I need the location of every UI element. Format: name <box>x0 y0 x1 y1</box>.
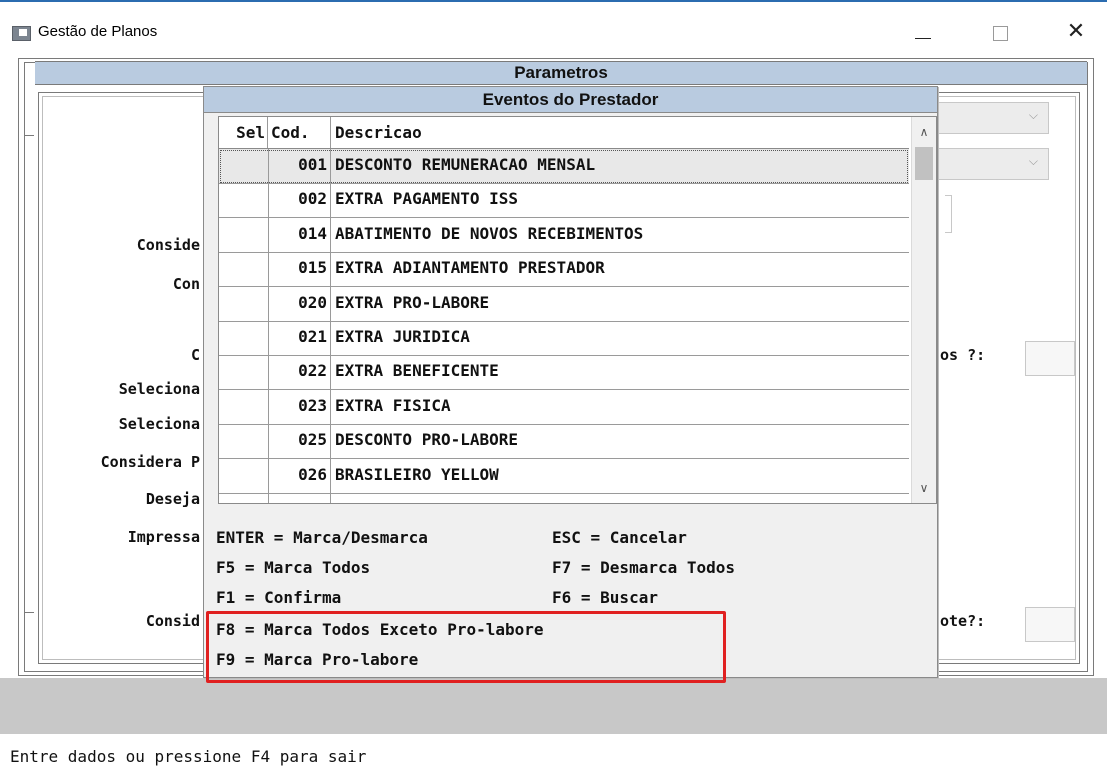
form-label: Conside <box>136 236 200 254</box>
table-row[interactable]: 002 EXTRA PAGAMENTO ISS <box>219 183 909 219</box>
footer-panel <box>0 678 1107 734</box>
minimize-button[interactable] <box>900 18 946 46</box>
help-enter: ENTER = Marca/Desmarca <box>216 528 428 547</box>
title-bar: Gestão de Planos ✕ <box>0 2 1107 44</box>
chevron-down-icon: ⌵ <box>1028 154 1038 168</box>
row-sel-cell[interactable] <box>219 149 269 183</box>
form-label: Seleciona <box>118 415 200 433</box>
table-row[interactable]: 020 EXTRA PRO-LABORE <box>219 286 909 322</box>
row-desc-cell: ABATIMENTO DE NOVOS RECEBIMENTOS <box>335 223 644 243</box>
row-desc-cell: DESCONTO REMUNERACAO MENSAL <box>335 155 596 174</box>
close-button[interactable]: ✕ <box>1053 18 1099 46</box>
row-sel-cell[interactable] <box>219 252 269 287</box>
table-row[interactable]: 001 DESCONTO REMUNERACAO MENSAL <box>219 149 909 184</box>
table-row[interactable]: 026 BRASILEIRO YELLOW <box>219 458 909 494</box>
help-f7: F7 = Desmarca Todos <box>552 558 736 577</box>
row-cod-cell: 026 <box>269 458 331 493</box>
row-sel-cell[interactable] <box>219 355 269 390</box>
row-sel-cell[interactable] <box>219 424 269 459</box>
table-row[interactable]: 021 EXTRA JURIDICA <box>219 321 909 356</box>
form-combo[interactable]: ⌵ <box>937 148 1049 180</box>
row-sel-cell[interactable] <box>219 321 269 355</box>
row-desc-cell: EXTRA ADIANTAMENTO PRESTADOR <box>335 258 605 278</box>
window-title: Gestão de Planos <box>38 23 158 40</box>
row-desc-cell: EXTRA FISICA <box>335 395 451 415</box>
row-cod-cell: 021 <box>269 321 331 355</box>
highlight-box <box>206 611 726 683</box>
events-grid[interactable]: Sel Cod. Descricao 001 DESCONTO REMUNERAC… <box>218 116 937 504</box>
table-row[interactable]: 015 EXTRA ADIANTAMENTO PRESTADOR <box>219 252 909 288</box>
row-sel-cell <box>219 493 269 503</box>
row-sel-cell[interactable] <box>219 389 269 424</box>
form-button-edge <box>945 195 952 233</box>
vertical-scrollbar[interactable]: ∧ ∨ <box>911 117 936 503</box>
form-combo[interactable]: ⌵ <box>937 102 1049 134</box>
eventos-dialog: Eventos do Prestador Sel Cod. Descricao … <box>203 86 938 678</box>
close-icon: ✕ <box>1066 19 1086 44</box>
row-sel-cell[interactable] <box>219 217 269 252</box>
row-desc-cell: EXTRA PRO-LABORE <box>335 292 490 312</box>
row-cod-cell: 025 <box>269 424 331 459</box>
row-sel-cell[interactable] <box>219 286 269 321</box>
table-row-empty <box>219 493 909 503</box>
form-label: Con <box>172 275 200 293</box>
form-label: Deseja <box>145 490 200 508</box>
help-f1: F1 = Confirma <box>216 588 342 607</box>
scroll-thumb[interactable] <box>915 147 933 180</box>
row-cod-cell: 022 <box>269 355 331 390</box>
row-cod-cell: 002 <box>269 183 331 218</box>
row-cod-cell: 023 <box>269 389 331 424</box>
form-label: Consid <box>145 612 200 630</box>
table-row[interactable]: 022 EXTRA BENEFICENTE <box>219 355 909 391</box>
scroll-down-icon[interactable]: ∨ <box>912 476 936 500</box>
row-desc-cell: EXTRA PAGAMENTO ISS <box>335 189 519 209</box>
help-esc: ESC = Cancelar <box>552 528 687 547</box>
status-bar-text: Entre dados ou pressione F4 para sair <box>10 747 367 766</box>
row-sel-cell[interactable] <box>219 458 269 493</box>
help-f6: F6 = Buscar <box>552 588 658 607</box>
form-label: Seleciona <box>118 380 200 398</box>
column-header-cod[interactable]: Cod. <box>269 117 331 148</box>
row-cod-cell: 001 <box>269 149 331 183</box>
app-window-icon <box>12 26 31 41</box>
row-desc-cell: EXTRA JURIDICA <box>335 327 470 346</box>
row-cod-cell: 015 <box>269 252 331 287</box>
maximize-icon <box>993 26 1008 41</box>
frame-tick <box>24 135 34 136</box>
dialog-title: Eventos do Prestador <box>204 87 937 113</box>
help-f5: F5 = Marca Todos <box>216 558 371 577</box>
form-label: Considera P <box>100 453 200 471</box>
scroll-up-icon[interactable]: ∧ <box>912 120 936 144</box>
form-label: C <box>190 346 200 364</box>
chevron-down-icon: ⌵ <box>1028 108 1038 122</box>
table-row[interactable]: 025 DESCONTO PRO-LABORE <box>219 424 909 460</box>
form-input[interactable] <box>1025 607 1075 642</box>
row-desc-cell: BRASILEIRO YELLOW <box>335 464 499 484</box>
form-label-right: os ?: <box>940 346 986 364</box>
form-label-right: ote?: <box>940 612 986 630</box>
column-header-desc[interactable]: Descricao <box>335 117 905 148</box>
table-row[interactable]: 014 ABATIMENTO DE NOVOS RECEBIMENTOS <box>219 217 909 253</box>
row-cod-cell: 014 <box>269 217 331 252</box>
row-desc-cell: DESCONTO PRO-LABORE <box>335 430 519 450</box>
section-title: Parametros <box>35 61 1087 85</box>
form-label: Impressa <box>127 528 200 546</box>
row-cod-cell <box>269 493 331 503</box>
column-header-sel[interactable]: Sel <box>219 117 268 148</box>
table-row[interactable]: 023 EXTRA FISICA <box>219 389 909 425</box>
minimize-icon <box>915 38 931 39</box>
maximize-button[interactable] <box>978 18 1024 46</box>
row-desc-cell: EXTRA BENEFICENTE <box>335 361 499 381</box>
form-input[interactable] <box>1025 341 1075 376</box>
grid-header: Sel Cod. Descricao <box>219 117 909 149</box>
row-cod-cell: 020 <box>269 286 331 321</box>
row-sel-cell[interactable] <box>219 183 269 218</box>
